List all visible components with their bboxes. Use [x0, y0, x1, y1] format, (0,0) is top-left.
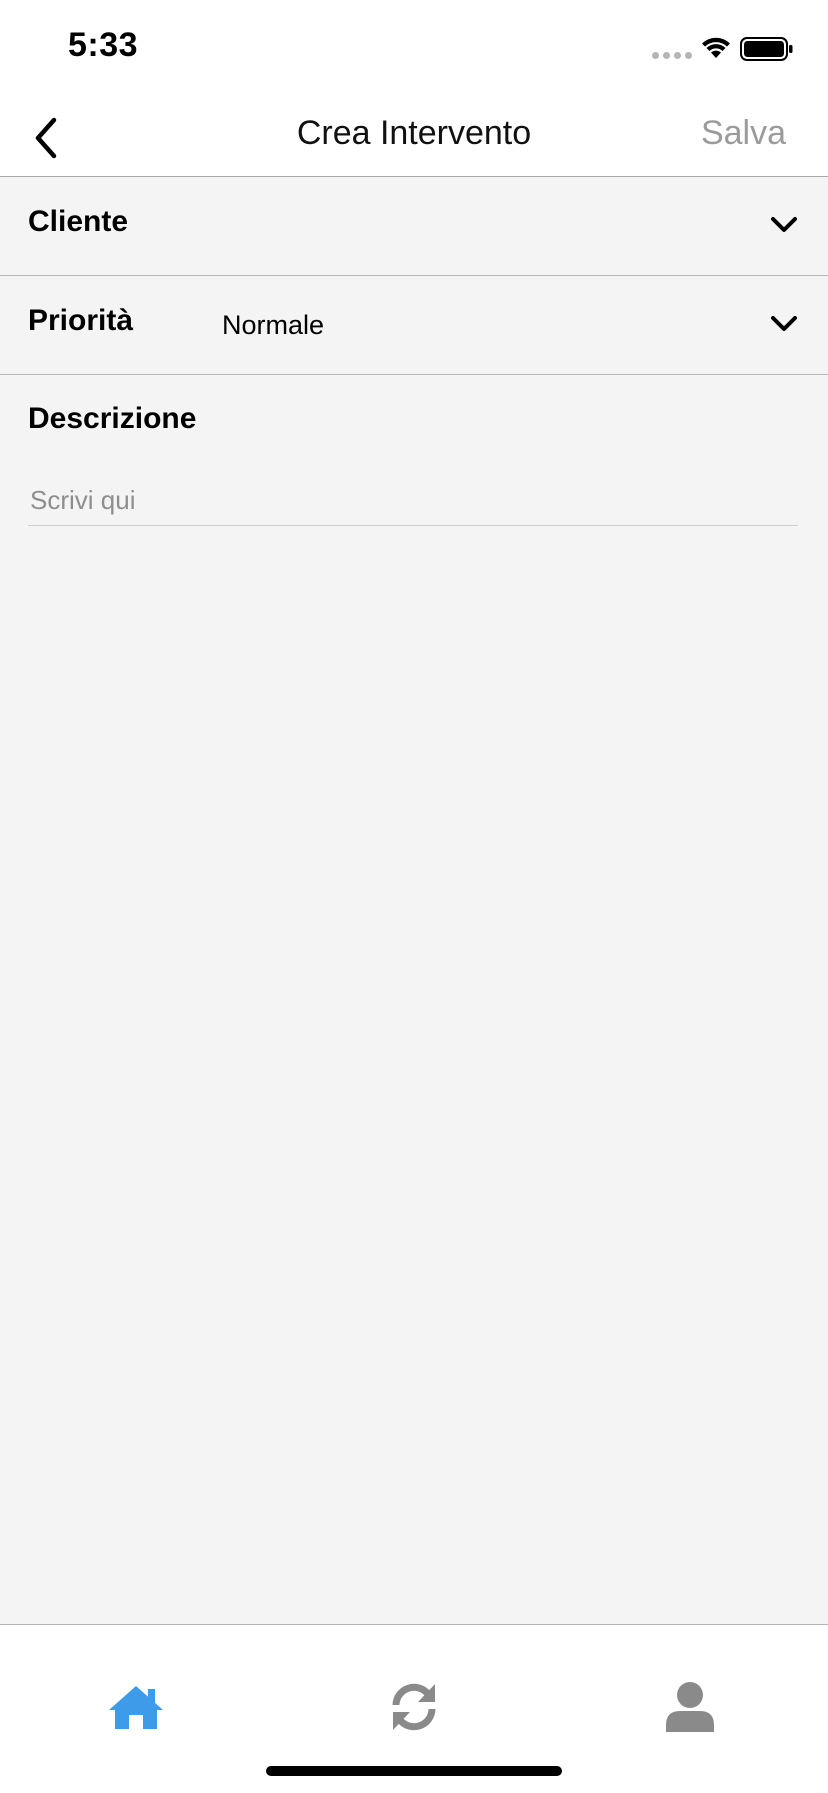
descrizione-input[interactable] — [28, 476, 798, 526]
tab-sync[interactable] — [374, 1677, 454, 1737]
battery-icon — [740, 37, 793, 61]
priorita-label: Priorità — [28, 304, 134, 337]
priorita-select[interactable]: Priorità Normale — [0, 276, 828, 375]
user-icon — [666, 1682, 714, 1732]
wifi-icon — [702, 37, 730, 58]
home-icon — [109, 1686, 163, 1729]
cliente-select[interactable]: Cliente — [0, 177, 828, 276]
cellular-signal-icon — [652, 52, 692, 59]
tab-profile[interactable] — [650, 1677, 730, 1737]
status-bar: 5:33 — [0, 0, 828, 100]
priorita-value: Normale — [222, 310, 325, 340]
save-button[interactable]: Salva — [701, 114, 786, 153]
tab-home[interactable] — [96, 1677, 176, 1737]
navigation-bar: Crea Intervento Salva — [0, 100, 828, 177]
status-time: 5:33 — [68, 26, 139, 64]
chevron-down-icon — [771, 316, 797, 331]
descrizione-label: Descrizione — [28, 402, 197, 435]
cliente-label: Cliente — [28, 205, 129, 238]
chevron-down-icon — [771, 217, 797, 232]
home-indicator — [266, 1766, 562, 1776]
sync-icon — [392, 1683, 436, 1731]
